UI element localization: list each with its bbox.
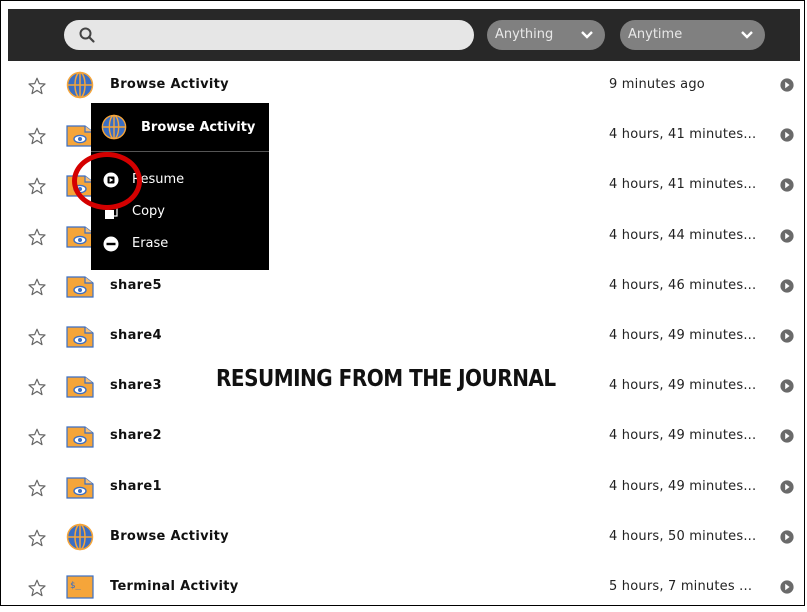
entry-details-arrow-icon[interactable] xyxy=(780,580,794,594)
search-input[interactable] xyxy=(64,20,474,50)
journal-entry-row[interactable]: Browse Activity 4 hours, 50 minutes... xyxy=(8,512,800,562)
overlay-caption: RESUMING FROM THE JOURNAL xyxy=(216,364,556,392)
erase-menu-item[interactable]: Erase xyxy=(91,228,269,260)
search-icon xyxy=(79,27,95,43)
entry-title[interactable]: Terminal Activity xyxy=(110,562,239,612)
favorite-star-icon[interactable] xyxy=(28,77,46,95)
type-filter-dropdown[interactable]: Anything xyxy=(487,20,605,50)
entry-timestamp: 5 hours, 7 minutes ... xyxy=(609,579,753,594)
favorite-star-icon[interactable] xyxy=(28,579,46,597)
entry-timestamp: 4 hours, 41 minutes... xyxy=(609,177,757,193)
erase-menu-label: Erase xyxy=(132,236,169,251)
globe-icon[interactable] xyxy=(66,71,94,99)
globe-icon[interactable] xyxy=(66,523,94,551)
shared-file-icon[interactable] xyxy=(66,372,94,400)
time-filter-label: Anytime xyxy=(628,27,683,42)
favorite-star-icon[interactable] xyxy=(28,177,46,195)
entry-details-arrow-icon[interactable] xyxy=(780,178,794,192)
journal-entry-row[interactable]: $_ Terminal Activity 5 hours, 7 minutes ..… xyxy=(8,562,800,612)
entry-timestamp: 4 hours, 50 minutes... xyxy=(609,528,757,544)
chevron-down-icon xyxy=(581,31,593,39)
favorite-star-icon[interactable] xyxy=(28,479,46,497)
svg-text:$_: $_ xyxy=(70,581,81,591)
entry-details-arrow-icon[interactable] xyxy=(780,228,794,243)
entry-timestamp: 4 hours, 49 minutes... xyxy=(609,328,757,343)
entry-details-arrow-icon[interactable] xyxy=(780,479,794,494)
entry-details-arrow-icon[interactable] xyxy=(780,78,794,92)
copy-menu-label: Copy xyxy=(132,204,165,219)
entry-details-arrow-icon[interactable] xyxy=(780,329,794,343)
favorite-star-icon[interactable] xyxy=(28,127,46,145)
favorite-star-icon[interactable] xyxy=(28,378,46,396)
entry-timestamp: 4 hours, 49 minutes... xyxy=(609,378,757,394)
erase-icon xyxy=(103,236,119,252)
entry-title[interactable]: Browse Activity xyxy=(110,512,229,562)
favorite-star-icon[interactable] xyxy=(28,428,46,446)
entry-timestamp: 4 hours, 46 minutes... xyxy=(609,277,757,293)
entry-timestamp: 4 hours, 44 minutes... xyxy=(609,227,757,243)
resume-highlight-circle xyxy=(72,152,142,210)
shared-file-icon[interactable] xyxy=(66,272,94,300)
entry-details-arrow-icon[interactable] xyxy=(780,279,794,293)
entry-title[interactable]: share1 xyxy=(110,462,162,512)
time-filter-dropdown[interactable]: Anytime xyxy=(620,20,765,50)
entry-details-arrow-icon[interactable] xyxy=(780,429,794,443)
shared-file-icon[interactable] xyxy=(66,422,94,450)
entry-title[interactable]: share3 xyxy=(110,361,162,411)
type-filter-label: Anything xyxy=(495,27,554,42)
favorite-star-icon[interactable] xyxy=(28,278,46,296)
context-menu-header: Browse Activity xyxy=(91,103,269,152)
entry-details-arrow-icon[interactable] xyxy=(780,379,794,393)
shared-file-icon[interactable] xyxy=(66,222,94,250)
favorite-star-icon[interactable] xyxy=(28,328,46,346)
journal-entry-row[interactable]: share4 4 hours, 49 minutes... xyxy=(8,311,800,361)
favorite-star-icon[interactable] xyxy=(28,228,46,246)
chevron-down-icon xyxy=(741,31,753,39)
journal-entry-row[interactable]: share2 4 hours, 49 minutes... xyxy=(8,411,800,461)
favorite-star-icon[interactable] xyxy=(28,529,46,547)
terminal-icon[interactable]: $_ xyxy=(66,573,94,601)
shared-file-icon[interactable] xyxy=(66,473,94,501)
entry-title[interactable]: share2 xyxy=(110,411,162,461)
entry-timestamp: 4 hours, 49 minutes... xyxy=(609,478,757,494)
entry-details-arrow-icon[interactable] xyxy=(780,128,794,142)
entry-timestamp: 9 minutes ago xyxy=(609,77,705,92)
globe-icon xyxy=(101,114,127,140)
entry-timestamp: 4 hours, 41 minutes... xyxy=(609,127,757,143)
context-menu-title: Browse Activity xyxy=(141,120,256,135)
journal-entry-row[interactable]: share1 4 hours, 49 minutes... xyxy=(8,462,800,512)
entry-details-arrow-icon[interactable] xyxy=(780,530,794,544)
entry-title[interactable]: share4 xyxy=(110,311,162,361)
entry-timestamp: 4 hours, 49 minutes... xyxy=(609,428,757,444)
shared-file-icon[interactable] xyxy=(66,322,94,350)
shared-file-icon[interactable] xyxy=(66,121,94,149)
